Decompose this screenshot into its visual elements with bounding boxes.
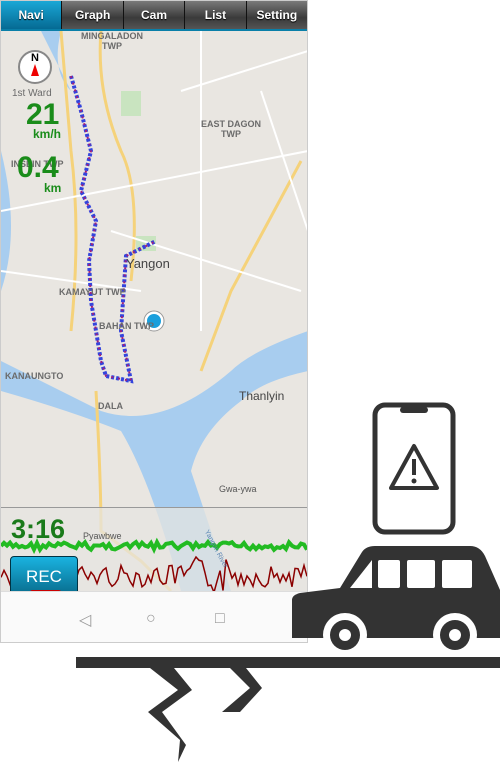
illustration [76,402,500,762]
car-icon [292,546,500,657]
phone-warning-icon [372,402,456,535]
ground-line [76,657,500,668]
ground-crack-icon [148,668,262,762]
